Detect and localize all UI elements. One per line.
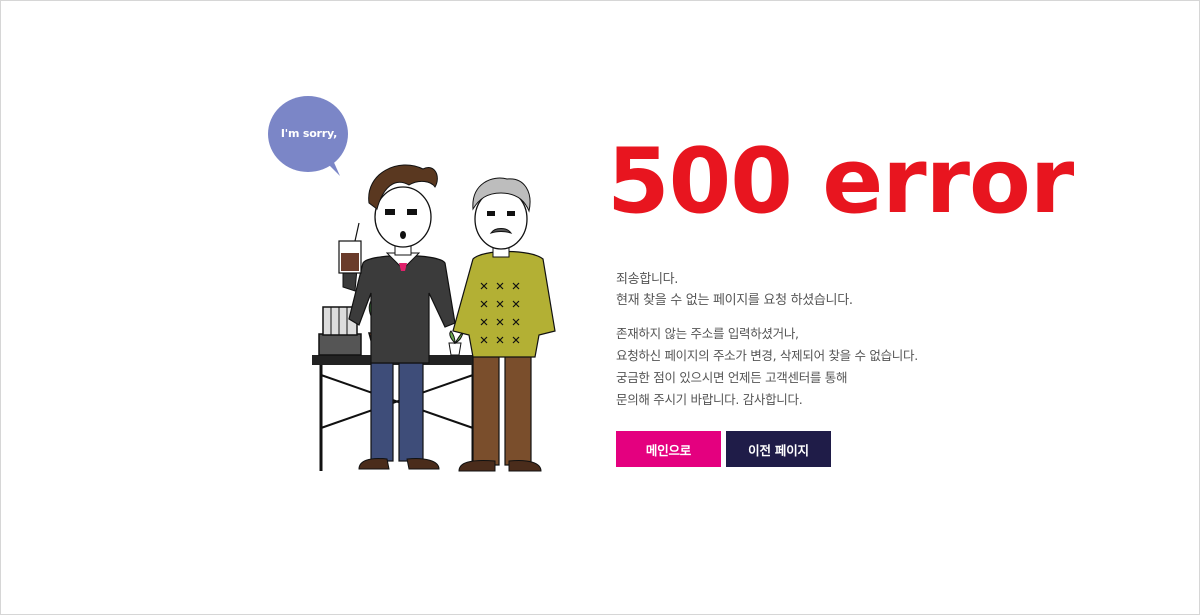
main-page-button[interactable]: 메인으로 xyxy=(616,431,721,467)
small-plant-illustration xyxy=(448,330,464,356)
previous-page-button[interactable]: 이전 페이지 xyxy=(726,431,831,467)
table-illustration xyxy=(312,355,480,471)
error-title: 500 error xyxy=(607,129,1074,234)
secondary-message-line: 요청하신 페이지의 주소가 변경, 삭제되어 찾을 수 없습니다. xyxy=(616,348,918,363)
secondary-message-line: 존재하지 않는 주소를 입력하셨거나, xyxy=(616,326,799,341)
young-man-illustration xyxy=(338,164,456,470)
primary-message-line: 현재 찾을 수 없는 페이지를 요청 하셨습니다. xyxy=(616,293,853,308)
secondary-message-line: 궁금한 점이 있으시면 언제든 고객센터를 통해 xyxy=(616,370,848,385)
secondary-message: 존재하지 않는 주소를 입력하셨거나, 요청하신 페이지의 주소가 변경, 삭제… xyxy=(616,323,1036,411)
secondary-message-line: 문의해 주시기 바랍니다. 감사합니다. xyxy=(616,392,803,407)
page-frame: COKE xyxy=(0,0,1200,615)
primary-message: 죄송합니다. 현재 찾을 수 없는 페이지를 요청 하셨습니다. xyxy=(616,269,1036,311)
bubble-text: I'm sorry, xyxy=(280,127,338,140)
primary-message-line: 죄송합니다. xyxy=(616,272,679,287)
